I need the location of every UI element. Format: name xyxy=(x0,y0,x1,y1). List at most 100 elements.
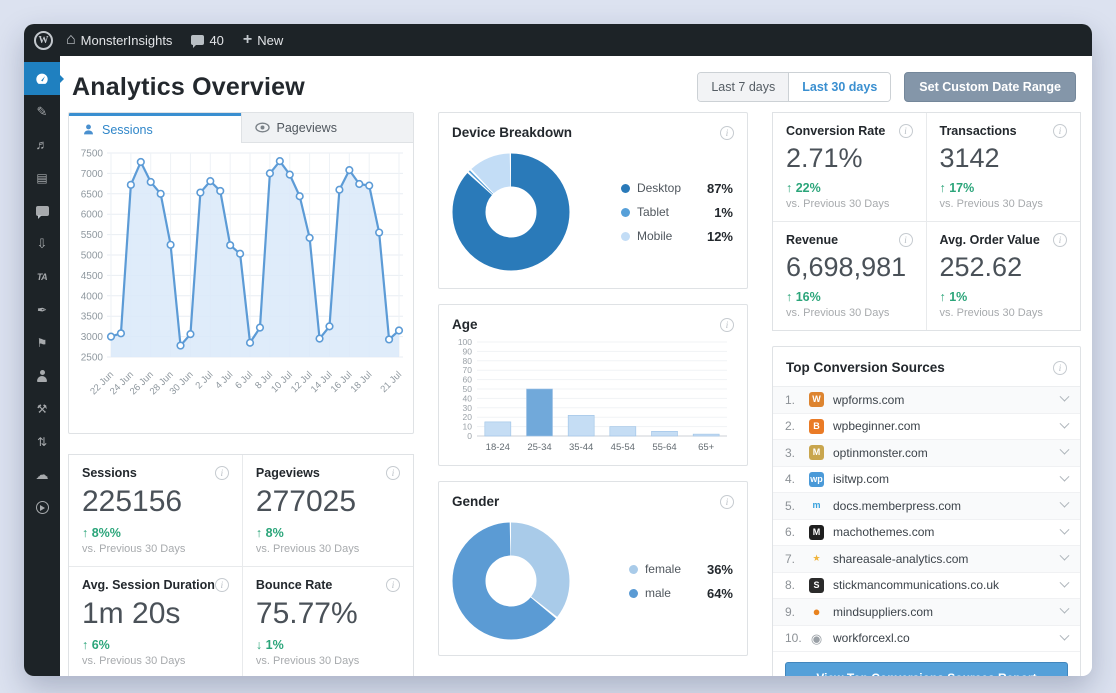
source-row-wpforms.com[interactable]: 1. Wwpforms.com xyxy=(773,387,1080,414)
page-title: Analytics Overview xyxy=(72,72,305,101)
info-icon[interactable]: i xyxy=(720,494,734,509)
source-row-workforcexl.co[interactable]: 10. ◉ workforcexl.co xyxy=(773,626,1080,652)
kpi-card-transactions: Transactions i 3142 ↑ 17% vs. Previous 30 Da… xyxy=(926,113,1080,222)
chevron-down-icon[interactable] xyxy=(1059,444,1070,455)
gender-card: Gender i female 36% male 64% xyxy=(438,481,748,656)
favicon-icon: m xyxy=(812,500,821,511)
kpi-comparison-note: vs. Previous 30 Days xyxy=(939,307,1043,319)
source-rank: 7. xyxy=(785,551,796,566)
set-custom-date-range-button[interactable]: Set Custom Date Range xyxy=(904,72,1076,102)
source-rank: 6. xyxy=(785,525,796,540)
posts-pin-icon: ✎ xyxy=(36,103,48,119)
kpi-delta: ↑ 6% xyxy=(82,638,110,652)
last-7-days-button[interactable]: Last 7 days xyxy=(698,73,790,101)
sidebar-item-comments[interactable] xyxy=(24,194,60,227)
sidebar-item-updates[interactable]: ⇅ xyxy=(24,425,60,458)
legend-percentage: 64% xyxy=(706,585,733,601)
comment-bubble-icon xyxy=(191,35,205,48)
kpi-comparison-note: vs. Previous 30 Days xyxy=(82,543,186,555)
source-row-docs.memberpress.com[interactable]: 5. m docs.memberpress.com xyxy=(773,493,1080,520)
arrow-up-icon: ↑ xyxy=(939,181,946,195)
chevron-down-icon[interactable] xyxy=(1059,630,1070,641)
kpi-title: Bounce Rate xyxy=(255,578,333,592)
source-row-wpbeginner.com[interactable]: 2. Bwpbeginner.com xyxy=(773,414,1080,440)
source-domain: shareasale-analytics.com xyxy=(833,551,969,566)
last-30-days-button[interactable]: Last 30 days xyxy=(789,73,891,101)
eye-icon xyxy=(254,122,270,133)
kpi-value: 6,698,981 xyxy=(786,252,907,282)
kpi-delta: ↑ 8%% xyxy=(82,526,121,540)
info-icon[interactable]: i xyxy=(898,233,913,247)
top-conversion-sources-card: Top Conversion Sources i 1. Wwpforms.com 2… xyxy=(772,346,1081,676)
sidebar-item-insights-cloud[interactable]: ☁ xyxy=(24,458,60,491)
tab-pageviews[interactable]: Pageviews xyxy=(240,113,413,143)
svg-text:7500: 7500 xyxy=(81,149,104,160)
source-row-isitwp.com[interactable]: 4. wp isitwp.com xyxy=(773,467,1080,493)
info-icon[interactable]: i xyxy=(214,466,229,480)
info-icon[interactable]: i xyxy=(214,578,229,592)
age-bar-chart[interactable]: 0102030405060708090100 18-24 25-34 35-44 45-… xyxy=(449,336,733,456)
sidebar-item-posts-pin[interactable]: ✎ xyxy=(24,95,60,128)
chevron-down-icon[interactable] xyxy=(1059,497,1070,508)
sidebar-item-downloads[interactable]: ⇩ xyxy=(24,227,60,260)
legend-item-tablet: Tablet xyxy=(620,205,681,219)
info-icon[interactable]: i xyxy=(898,124,913,138)
sidebar-item-ta-plugin[interactable]: TA xyxy=(24,260,60,293)
sessions-line-chart[interactable]: 2500 3000 3500 4000 4500 5000 5500 6000 6500 7000… xyxy=(69,143,409,429)
svg-text:4 Jul: 4 Jul xyxy=(213,369,235,391)
source-row-mindsuppliers.com[interactable]: 9. ● mindsuppliers.com xyxy=(773,599,1080,626)
info-icon[interactable]: i xyxy=(1053,233,1067,247)
tab-sessions[interactable]: Sessions xyxy=(69,113,241,143)
info-icon[interactable]: i xyxy=(1053,124,1067,138)
source-row-machothemes.com[interactable]: 6. Mmachothemes.com xyxy=(773,520,1080,546)
chevron-down-icon[interactable] xyxy=(1059,577,1070,588)
info-icon[interactable]: i xyxy=(386,466,400,480)
info-icon[interactable]: i xyxy=(720,317,734,332)
chevron-down-icon[interactable] xyxy=(1059,418,1070,429)
source-rank: 8. xyxy=(785,578,796,593)
legend-item-desktop: Desktop xyxy=(620,181,681,195)
chevron-down-icon[interactable] xyxy=(1059,391,1070,402)
source-domain: docs.memberpress.com xyxy=(833,498,962,513)
device-legend: Desktop 87% Tablet 1% Mobile 12% xyxy=(620,181,733,244)
plus-icon: + xyxy=(242,31,253,48)
kpi-title: Conversion Rate xyxy=(786,124,886,138)
legend-dot-icon xyxy=(620,207,630,217)
sidebar-item-appearance[interactable]: ✒ xyxy=(24,293,60,326)
device-donut-chart[interactable] xyxy=(449,150,573,274)
source-rank: 4. xyxy=(785,472,796,487)
info-icon[interactable]: i xyxy=(720,125,734,140)
svg-text:10: 10 xyxy=(463,422,473,432)
sidebar-item-dashboard[interactable] xyxy=(24,62,64,95)
legend-label: Mobile xyxy=(636,229,673,243)
info-icon[interactable]: i xyxy=(1053,360,1067,375)
comments-menu[interactable]: 40 xyxy=(185,24,229,56)
svg-text:10 Jul: 10 Jul xyxy=(269,369,295,395)
wordpress-logo-icon[interactable]: W xyxy=(34,30,53,50)
source-row-optinmonster.com[interactable]: 3. Moptinmonster.com xyxy=(773,440,1080,467)
sidebar-item-tools[interactable]: ⚒ xyxy=(24,392,60,425)
kpi-title: Avg. Order Value xyxy=(939,233,1040,247)
sidebar-item-pages[interactable]: ▤ xyxy=(24,161,60,194)
info-icon[interactable]: i xyxy=(386,578,400,592)
source-domain: wpforms.com xyxy=(833,392,905,407)
svg-text:6000: 6000 xyxy=(81,210,104,221)
kpi-comparison-note: vs. Previous 30 Days xyxy=(786,198,890,210)
svg-text:45-54: 45-54 xyxy=(611,442,635,453)
sidebar-item-video[interactable] xyxy=(24,491,60,524)
source-row-stickmancommunications.co.uk[interactable]: 8. Sstickmancommunications.co.uk xyxy=(773,573,1080,599)
sidebar-item-plugins[interactable]: ⚑ xyxy=(24,326,60,359)
sidebar-item-media[interactable]: ♬ xyxy=(24,128,60,161)
chevron-down-icon[interactable] xyxy=(1059,603,1070,614)
kpi-title: Sessions xyxy=(82,466,137,480)
svg-text:7000: 7000 xyxy=(81,169,104,180)
chevron-down-icon[interactable] xyxy=(1059,524,1070,535)
new-content-menu[interactable]: + New xyxy=(237,24,289,56)
site-menu[interactable]: ⌂ MonsterInsights xyxy=(60,24,178,56)
gender-donut-chart[interactable] xyxy=(449,519,573,643)
sidebar-item-users[interactable] xyxy=(24,359,60,392)
source-row-shareasale-analytics.com[interactable]: 7. ★ shareasale-analytics.com xyxy=(773,546,1080,573)
chevron-down-icon[interactable] xyxy=(1059,471,1070,482)
view-top-conversions-report-button[interactable]: View Top Conversions Sources Report xyxy=(785,662,1068,676)
chevron-down-icon[interactable] xyxy=(1059,550,1070,561)
